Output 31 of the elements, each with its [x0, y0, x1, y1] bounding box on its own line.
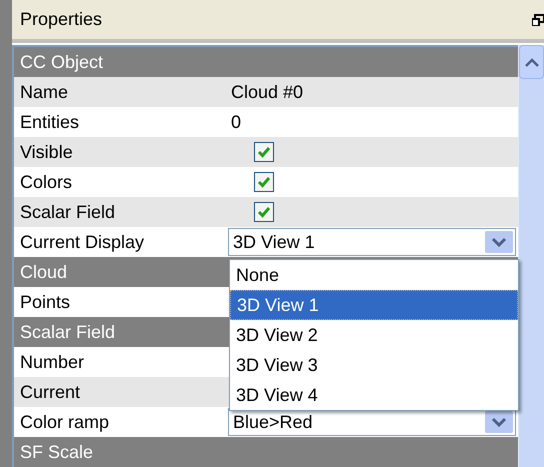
float-icon[interactable]: [532, 14, 544, 26]
checkbox[interactable]: [254, 142, 274, 162]
checkbox[interactable]: [254, 172, 274, 192]
property-value: Cloud #0: [230, 80, 304, 104]
scrollbar[interactable]: [518, 45, 544, 467]
dropdown-option[interactable]: None: [230, 260, 518, 290]
property-label: Colors: [19, 170, 74, 194]
property-label: Color ramp: [19, 410, 110, 434]
property-label: Visible: [19, 140, 74, 164]
dropdown-option[interactable]: 3D View 1: [230, 290, 518, 320]
panel-title: Properties: [20, 8, 102, 31]
checkmark-icon: [257, 206, 271, 218]
property-value: 0: [230, 110, 242, 134]
property-label: Name: [19, 80, 70, 104]
property-label: Current: [19, 380, 82, 404]
checkmark-icon: [257, 146, 271, 158]
checkmark-icon: [257, 176, 271, 188]
section-header: SF Scale: [14, 437, 518, 467]
dropdown-option[interactable]: 3D View 3: [230, 350, 518, 380]
property-label: Current Display: [19, 230, 146, 254]
combo-box[interactable]: 3D View 1: [228, 228, 516, 256]
property-label: Number: [19, 350, 86, 374]
dropdown-option[interactable]: 3D View 4: [230, 380, 518, 410]
property-label: Points: [19, 290, 72, 314]
property-label: Scalar Field: [19, 200, 116, 224]
dropdown-option[interactable]: 3D View 2: [230, 320, 518, 350]
section-header: CC Object: [14, 47, 518, 77]
scroll-up-button[interactable]: [519, 45, 544, 79]
property-label: Entities: [19, 110, 80, 134]
checkbox[interactable]: [254, 202, 274, 222]
chevron-up-icon: [524, 58, 538, 66]
